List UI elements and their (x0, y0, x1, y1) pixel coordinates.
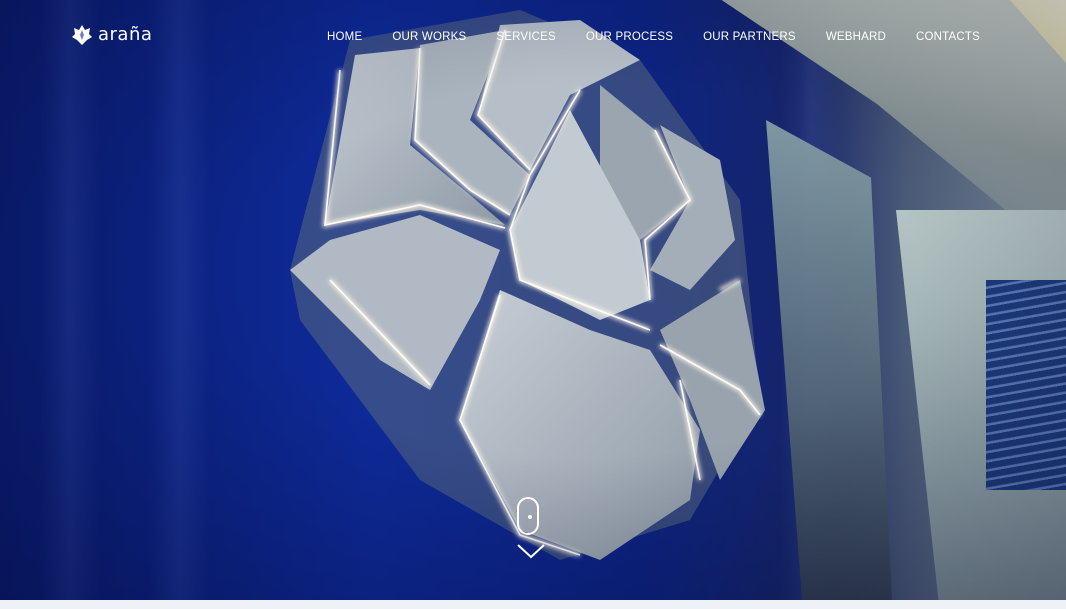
chevron-down-icon (517, 544, 545, 559)
hero-section: arañа HOME OUR WORKS SERVICES OUR PROCES… (0, 0, 1066, 600)
nav-link-home[interactable]: HOME (327, 31, 362, 43)
nav-item-our-works: OUR WORKS (392, 27, 466, 45)
nav-item-our-process: OUR PROCESS (586, 27, 673, 45)
scroll-down-button[interactable] (517, 497, 545, 563)
nav-link-services[interactable]: SERVICES (496, 31, 556, 43)
nav-item-our-partners: OUR PARTNERS (703, 27, 796, 45)
nav-item-home: HOME (327, 27, 362, 45)
mouse-wheel-dot (528, 515, 532, 519)
mouse-scroll-icon (517, 497, 539, 535)
page-bottom-edge (0, 600, 1066, 609)
nav-item-webhard: WEBHARD (826, 27, 886, 45)
nav-link-contacts[interactable]: CONTACTS (916, 31, 980, 43)
nav-link-our-process[interactable]: OUR PROCESS (586, 31, 673, 43)
nav-link-our-works[interactable]: OUR WORKS (392, 31, 466, 43)
brand-logo-link[interactable]: arañа (72, 24, 152, 46)
nav-list: HOME OUR WORKS SERVICES OUR PROCESS OUR … (327, 27, 980, 45)
lotus-icon (72, 25, 92, 45)
brand-name: arañа (98, 24, 153, 45)
nav-link-our-partners[interactable]: OUR PARTNERS (703, 31, 796, 43)
nav-item-services: SERVICES (496, 27, 556, 45)
nav-item-contacts: CONTACTS (916, 27, 980, 45)
nav-link-webhard[interactable]: WEBHARD (826, 31, 886, 43)
site-header: arañа HOME OUR WORKS SERVICES OUR PROCES… (0, 0, 1066, 70)
